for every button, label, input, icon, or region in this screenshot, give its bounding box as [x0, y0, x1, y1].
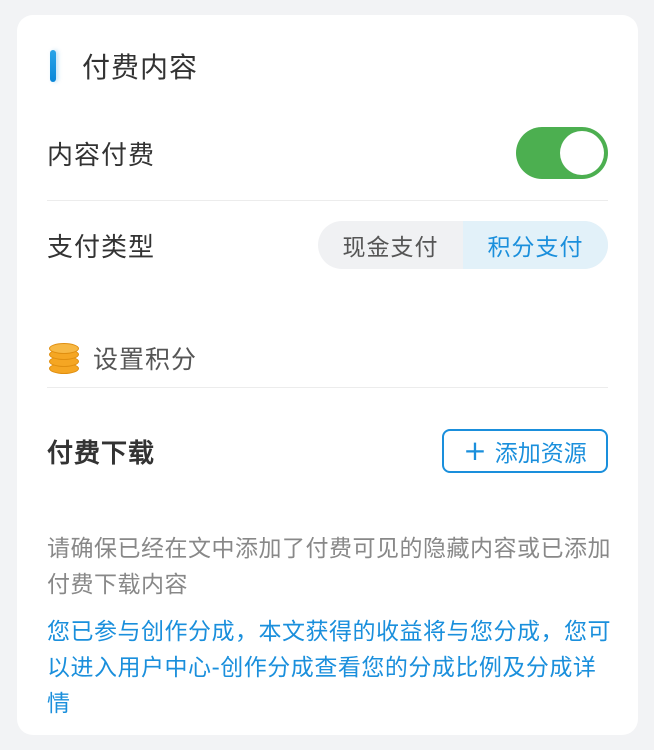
plus-icon: + — [463, 434, 487, 467]
paid-content-card: 付费内容 内容付费 支付类型 现金支付 积分支付 设置积分 付费下载 + 添加资… — [17, 15, 638, 735]
add-resource-label: 添加资源 — [494, 441, 587, 467]
toggle-knob — [560, 131, 604, 175]
title-accent-bar — [50, 50, 56, 82]
divider — [47, 200, 608, 201]
content-fee-row: 内容付费 — [47, 127, 608, 179]
pay-type-option-cash[interactable]: 现金支付 — [318, 221, 463, 269]
pay-type-option-points[interactable]: 积分支付 — [463, 221, 608, 269]
section-title: 付费内容 — [82, 51, 199, 84]
paid-download-label: 付费下载 — [47, 438, 156, 469]
creator-share-link[interactable]: 用户中心-创作分成 — [118, 655, 315, 681]
hint-text: 请确保已经在文中添加了付费可见的隐藏内容或已添加付费下载内容 — [47, 536, 611, 598]
revenue-share-notice: 您已参与创作分成，本文获得的收益将与您分成，您可以进入用户中心-创作分成查看您的… — [47, 614, 612, 722]
divider — [47, 387, 608, 388]
add-resource-button[interactable]: + 添加资源 — [442, 429, 608, 473]
content-fee-label: 内容付费 — [47, 140, 156, 171]
paid-download-row: 付费下载 + 添加资源 — [47, 429, 608, 473]
coins-icon — [49, 343, 79, 374]
pay-type-label: 支付类型 — [47, 232, 156, 263]
pay-type-row: 支付类型 现金支付 积分支付 — [47, 221, 608, 269]
section-header: 付费内容 — [50, 48, 198, 84]
set-points-label: 设置积分 — [93, 345, 198, 374]
pay-type-segmented-control: 现金支付 积分支付 — [318, 221, 608, 269]
content-fee-toggle[interactable] — [516, 127, 608, 179]
set-points-row[interactable]: 设置积分 — [49, 340, 197, 376]
